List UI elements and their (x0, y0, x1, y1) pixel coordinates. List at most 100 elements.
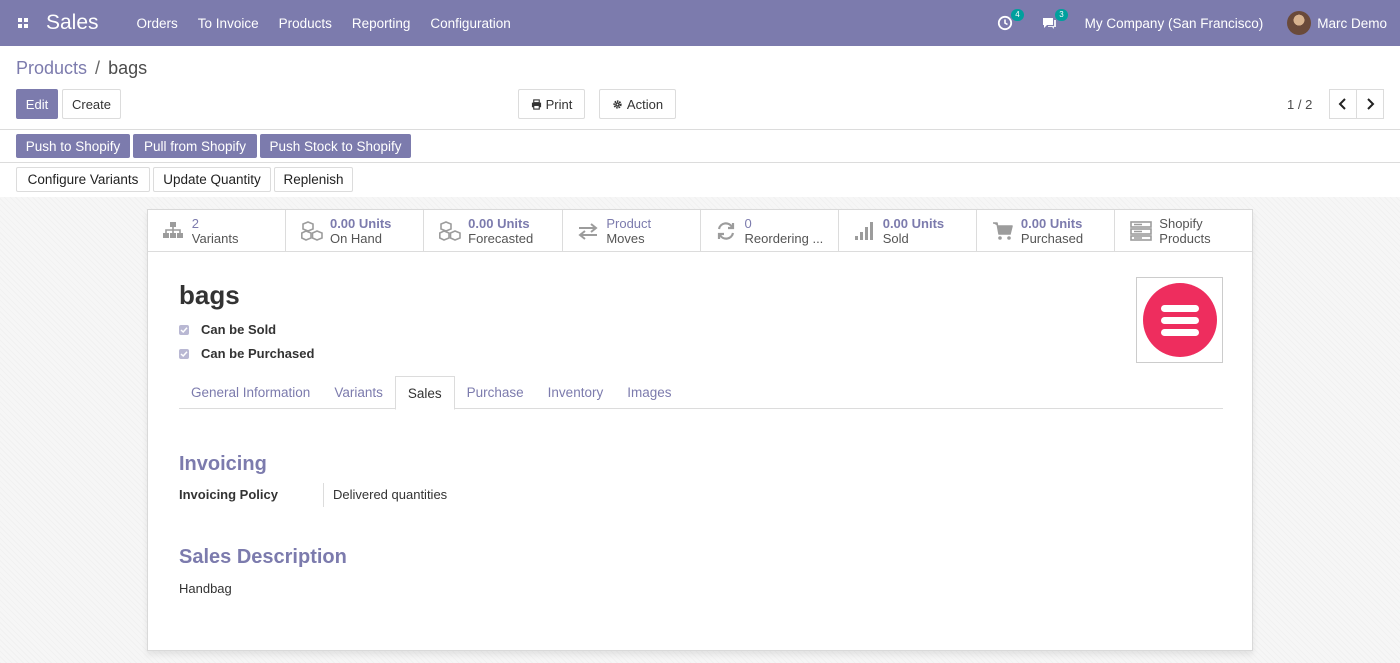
reordering-label: Reordering ... (744, 231, 824, 246)
configure-variants-button[interactable]: Configure Variants (16, 167, 150, 192)
user-avatar[interactable] (1287, 11, 1312, 35)
form-sheet: 2 Variants 0.00 Units On Hand 0.00 Units… (147, 209, 1253, 651)
can-be-sold-field: Can be Sold (179, 322, 276, 337)
product-image[interactable] (1136, 277, 1223, 363)
shopping-cart-icon (990, 220, 1015, 242)
app-brand[interactable]: Sales (46, 11, 99, 35)
replenish-button[interactable]: Replenish (274, 167, 353, 192)
variants-smart-button[interactable]: 2 Variants (148, 210, 287, 252)
menu-orders[interactable]: Orders (137, 16, 178, 31)
pager-value[interactable]: 1 / 2 (1287, 97, 1312, 112)
tab-images[interactable]: Images (615, 376, 683, 409)
signal-icon (852, 220, 877, 242)
tab-inventory[interactable]: Inventory (536, 376, 616, 409)
tab-purchase[interactable]: Purchase (455, 376, 536, 409)
cubes-icon (299, 220, 324, 242)
shopify-products-smart-button[interactable]: Shopify Products (1115, 210, 1253, 252)
on-hand-value: 0.00 Units (329, 216, 392, 231)
variants-label: Variants (191, 231, 239, 246)
tab-variants[interactable]: Variants (322, 376, 395, 409)
pull-from-shopify-button[interactable]: Pull from Shopify (133, 134, 257, 158)
checkmark-icon (180, 350, 188, 357)
can-be-purchased-field: Can be Purchased (179, 346, 314, 361)
messages-icon[interactable]: 3 (1039, 9, 1068, 33)
tab-general-information[interactable]: General Information (179, 376, 322, 409)
print-button[interactable]: Print (518, 89, 585, 119)
activity-clock-icon[interactable]: 4 (995, 9, 1024, 33)
on-hand-label: On Hand (329, 231, 383, 246)
product-moves-value: Product (606, 216, 652, 231)
gear-icon (613, 99, 622, 109)
product-tabs: General Information Variants Sales Purch… (179, 376, 1223, 410)
tab-sales[interactable]: Sales (394, 376, 455, 410)
push-stock-to-shopify-button[interactable]: Push Stock to Shopify (260, 134, 411, 158)
on-hand-smart-button[interactable]: 0.00 Units On Hand (286, 210, 425, 252)
user-menu[interactable]: Marc Demo (1317, 16, 1387, 31)
reordering-value: 0 (744, 216, 752, 231)
sales-description-section-title: Sales Description (179, 546, 347, 568)
invoicing-policy-label: Invoicing Policy (179, 487, 278, 502)
pager-next-button[interactable] (1356, 89, 1384, 119)
refresh-icon (714, 220, 739, 242)
menu-reporting[interactable]: Reporting (352, 16, 411, 31)
menu-to-invoice[interactable]: To Invoice (198, 16, 259, 31)
edit-button[interactable]: Edit (16, 89, 58, 119)
chevron-left-icon (1338, 98, 1346, 110)
action-label: Action (626, 96, 664, 112)
forecasted-value: 0.00 Units (468, 216, 530, 231)
menu-products[interactable]: Products (279, 16, 332, 31)
create-button[interactable]: Create (62, 89, 121, 119)
header-divider (0, 162, 1400, 163)
cubes-icon (437, 220, 462, 242)
pager-previous-button[interactable] (1329, 89, 1357, 119)
purchased-smart-button[interactable]: 0.00 Units Purchased (977, 210, 1116, 252)
server-icon (1128, 220, 1153, 242)
shopify-products-value: Shopify (1159, 216, 1203, 231)
push-to-shopify-button[interactable]: Push to Shopify (16, 134, 130, 158)
update-quantity-button[interactable]: Update Quantity (153, 167, 271, 192)
company-switcher[interactable]: My Company (San Francisco) (1085, 16, 1264, 31)
sold-smart-button[interactable]: 0.00 Units Sold (839, 210, 978, 252)
invoicing-policy-value[interactable]: Delivered quantities (333, 487, 447, 502)
menu-bars-logo-icon (1142, 283, 1217, 357)
sold-label: Sold (882, 231, 909, 246)
sold-value: 0.00 Units (882, 216, 945, 231)
print-icon (531, 98, 541, 110)
can-be-sold-checkbox[interactable] (179, 324, 189, 335)
can-be-purchased-label: Can be Purchased (201, 346, 315, 361)
product-moves-label: Moves (606, 231, 645, 246)
sales-description-text[interactable]: Handbag (179, 581, 232, 596)
invoicing-section-title: Invoicing (179, 453, 267, 475)
chevron-right-icon (1367, 98, 1375, 110)
reordering-smart-button[interactable]: 0 Reordering ... (701, 210, 839, 252)
menu-configuration[interactable]: Configuration (430, 16, 510, 31)
print-label: Print (545, 96, 573, 112)
product-moves-smart-button[interactable]: Product Moves (563, 210, 701, 252)
main-menu: Orders To Invoice Products Reporting Con… (137, 16, 531, 31)
checkmark-icon (180, 326, 188, 333)
exchange-icon (576, 220, 601, 242)
sitemap-icon (161, 220, 186, 242)
field-divider (323, 483, 324, 507)
smart-button-box: 2 Variants 0.00 Units On Hand 0.00 Units… (148, 210, 1252, 252)
forecasted-label: Forecasted (468, 231, 534, 246)
product-name[interactable]: bags (179, 280, 240, 311)
breadcrumb: Products / bags (16, 58, 147, 79)
messages-badge: 3 (1055, 9, 1068, 21)
forecasted-smart-button[interactable]: 0.00 Units Forecasted (424, 210, 563, 252)
activity-badge: 4 (1011, 9, 1024, 21)
purchased-label: Purchased (1020, 231, 1084, 246)
navbar-systray: 4 3 My Company (San Francisco) Marc Demo (995, 0, 1400, 46)
action-button[interactable]: Action (599, 89, 676, 119)
apps-menu-icon[interactable] (0, 0, 46, 46)
shopify-products-label: Products (1159, 231, 1211, 246)
control-panel-divider (0, 129, 1400, 130)
breadcrumb-current: bags (108, 58, 148, 78)
variants-count: 2 (191, 216, 200, 231)
breadcrumb-products-link[interactable]: Products (16, 58, 87, 79)
breadcrumb-separator: / (95, 58, 101, 78)
purchased-value: 0.00 Units (1020, 216, 1083, 231)
can-be-purchased-checkbox[interactable] (179, 348, 189, 359)
top-navbar: Sales Orders To Invoice Products Reporti… (0, 0, 1400, 46)
can-be-sold-label: Can be Sold (201, 322, 277, 337)
